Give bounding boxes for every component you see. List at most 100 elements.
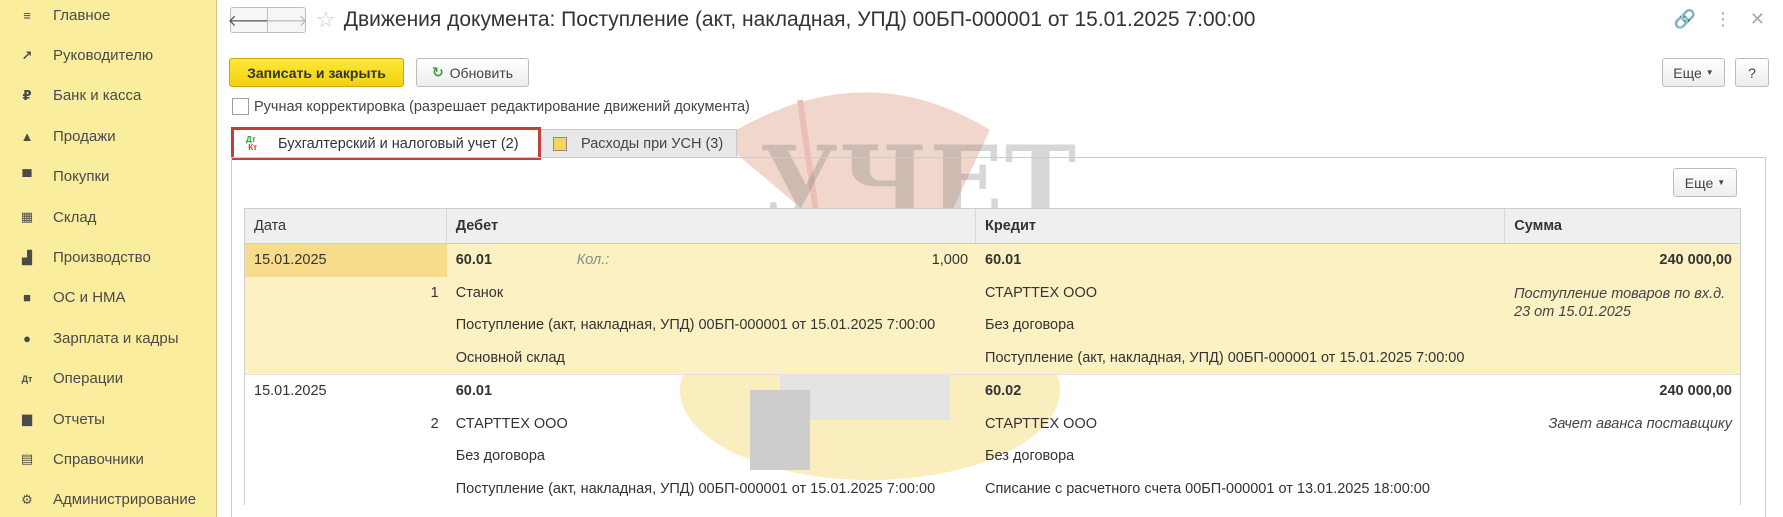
column-header-date[interactable]: Дата: [245, 209, 447, 243]
more-label: Еще: [1684, 174, 1714, 191]
truck-icon: ■: [23, 290, 31, 306]
cart-icon: ▀: [22, 169, 32, 185]
tab-accounting[interactable]: Дт Кт Бухгалтерский и налоговый учет (2): [231, 127, 541, 160]
register-tabs: Дт Кт Бухгалтерский и налоговый учет (2)…: [231, 127, 737, 160]
debit-subconto: Поступление (акт, накладная, УПД) 00БП-0…: [455, 317, 936, 334]
person-icon: ●: [23, 330, 31, 346]
favorite-star-icon[interactable]: ☆: [316, 9, 336, 31]
column-header-credit[interactable]: Кредит: [976, 209, 1506, 243]
gear-icon: ⚙: [21, 491, 33, 507]
sidebar-item-assets[interactable]: ■ ОС и НМА: [0, 278, 216, 318]
notebook-icon: [553, 136, 567, 151]
close-icon[interactable]: ✕: [1750, 9, 1765, 30]
sidebar-item-label: Справочники: [53, 450, 144, 468]
table-row[interactable]: 15.01.2025 60.01 60.02 240 000,00 2 СТАР…: [245, 375, 1740, 505]
debit-account: 60.01: [455, 383, 493, 400]
credit-account: 60.02: [985, 383, 1022, 400]
debit-subconto: Поступление (акт, накладная, УПД) 00БП-0…: [455, 480, 936, 497]
row-date: 15.01.2025: [245, 244, 447, 277]
row-index: 1: [430, 284, 439, 301]
sidebar-item-bank[interactable]: ₽ Банк и касса: [0, 76, 216, 116]
debit-account: 60.01 Кол.: 1,000: [455, 252, 969, 269]
sidebar-item-operations[interactable]: Дт Операции: [0, 359, 216, 399]
table-row[interactable]: 15.01.2025 60.01 Кол.: 1,000 60.01 240 0…: [245, 244, 1740, 374]
credit-subconto: Без договора: [985, 448, 1075, 465]
factory-icon: ▟: [22, 249, 32, 265]
menu-icon: ≡: [23, 7, 31, 23]
sidebar-item-admin[interactable]: ⚙ Администрирование: [0, 480, 216, 517]
refresh-icon: ↻: [431, 64, 444, 80]
sidebar-item-label: ОС и НМА: [53, 289, 126, 307]
sidebar-item-reports[interactable]: ▆ Отчеты: [0, 399, 216, 439]
row-sum: 240 000,00: [1659, 252, 1732, 269]
sidebar-item-label: Главное: [53, 6, 111, 24]
bag-icon: ▲: [20, 128, 34, 144]
row-sum: 240 000,00: [1659, 383, 1732, 400]
credit-subconto: Без договора: [985, 317, 1075, 334]
title-bar: 🡐 🡒 ☆ Движения документа: Поступление (а…: [227, 7, 1783, 33]
refresh-button[interactable]: ↻ Обновить: [416, 58, 529, 87]
debit-subconto: Основной склад: [455, 349, 565, 366]
column-header-debit[interactable]: Дебет: [447, 209, 977, 243]
ruble-icon: ₽: [22, 87, 32, 103]
debit-subconto: Без договора: [455, 448, 545, 465]
sections-panel: ≡ Главное ↗ Руководителю ₽ Банк и касса ▲ Пр…: [0, 0, 217, 517]
trend-icon: ↗: [21, 47, 33, 63]
tab-label: Расходы при УСН (3): [581, 135, 724, 152]
link-icon[interactable]: 🔗: [1673, 9, 1695, 30]
arrow-right-icon: 🡒: [265, 12, 308, 30]
back-button[interactable]: 🡐: [227, 7, 271, 33]
manual-edit-label[interactable]: Ручная корректировка (разрешает редактир…: [254, 99, 750, 115]
forward-button[interactable]: 🡒: [265, 7, 308, 33]
credit-account: 60.01: [985, 252, 1022, 269]
debit-subconto: СТАРТТЕХ ООО: [455, 415, 568, 432]
sidebar-item-purchases[interactable]: ▀ Покупки: [0, 157, 216, 197]
credit-subconto: СТАРТТЕХ ООО: [985, 415, 1098, 432]
warehouse-icon: ▦: [20, 209, 34, 225]
help-button[interactable]: ?: [1735, 58, 1769, 87]
table-more-button[interactable]: Еще ▼: [1673, 168, 1737, 197]
sidebar-item-label: Производство: [53, 249, 151, 267]
more-button[interactable]: Еще ▼: [1662, 58, 1725, 87]
more-vertical-icon[interactable]: ⋮: [1714, 9, 1732, 30]
sidebar-item-label: Администрирование: [53, 491, 197, 509]
sidebar-item-catalogs[interactable]: ▤ Справочники: [0, 439, 216, 479]
sidebar-item-salary[interactable]: ● Зарплата и кадры: [0, 318, 216, 358]
row-comment: Зачет аванса поставщику: [1548, 415, 1732, 432]
save-and-close-button[interactable]: Записать и закрыть: [229, 58, 404, 87]
sidebar-item-main[interactable]: ≡ Главное: [0, 0, 216, 35]
sidebar-item-label: Отчеты: [53, 410, 105, 428]
sidebar-item-director[interactable]: ↗ Руководителю: [0, 35, 216, 75]
arrow-left-icon: 🡐: [227, 12, 271, 30]
refresh-label: Обновить: [449, 64, 514, 81]
sidebar-item-warehouse[interactable]: ▦ Склад: [0, 197, 216, 237]
sidebar-item-label: Зарплата и кадры: [53, 329, 179, 347]
chevron-down-icon: ▼: [1717, 178, 1726, 187]
sidebar-item-sales[interactable]: ▲ Продажи: [0, 116, 216, 156]
tab-label: Бухгалтерский и налоговый учет (2): [278, 135, 519, 152]
row-comment: Поступление товаров по вх.д. 23 от 15.01…: [1514, 286, 1726, 320]
sidebar-item-label: Банк и касса: [53, 87, 142, 105]
table-header: Дата Дебет Кредит Сумма: [245, 209, 1740, 244]
dt-kt-icon: Дт: [21, 373, 33, 384]
page-title: Движения документа: Поступление (акт, на…: [343, 8, 1256, 31]
debit-subconto: Станок: [455, 284, 504, 301]
sidebar-item-label: Операции: [53, 370, 124, 388]
command-bar: Записать и закрыть ↻ Обновить Еще ▼ ?: [229, 58, 1769, 87]
sidebar-item-label: Склад: [53, 208, 97, 226]
sidebar-item-production[interactable]: ▟ Производство: [0, 237, 216, 277]
column-header-sum[interactable]: Сумма: [1505, 209, 1740, 243]
movements-table: Дата Дебет Кредит Сумма 15.01.2025 60.01…: [244, 208, 1741, 505]
sidebar-item-label: Продажи: [53, 127, 116, 145]
tab-usn-expenses[interactable]: Расходы при УСН (3): [541, 129, 737, 158]
manual-edit-checkbox[interactable]: [232, 98, 249, 115]
quantity-label: Кол.:: [576, 252, 610, 269]
bar-chart-icon: ▆: [22, 411, 32, 427]
credit-subconto: Поступление (акт, накладная, УПД) 00БП-0…: [985, 349, 1465, 366]
sidebar-item-label: Покупки: [53, 168, 110, 186]
dt-kt-icon: Дт Кт: [246, 134, 258, 152]
chevron-down-icon: ▼: [1705, 68, 1714, 77]
manual-edit-row: Ручная корректировка (разрешает редактир…: [232, 98, 750, 115]
sidebar-item-label: Руководителю: [53, 47, 154, 65]
credit-subconto: СТАРТТЕХ ООО: [985, 284, 1098, 301]
